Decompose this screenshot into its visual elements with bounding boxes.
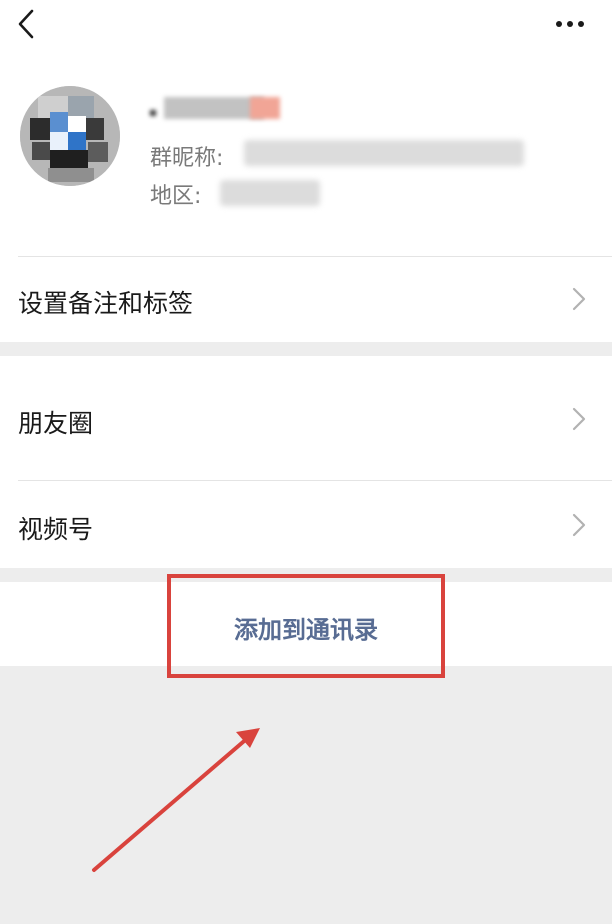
- annotation-arrow: [92, 728, 260, 872]
- chevron-left-icon: [18, 9, 34, 39]
- profile-header: 群昵称: 地区:: [0, 0, 612, 256]
- avatar[interactable]: [20, 86, 120, 186]
- more-dots-icon: [556, 21, 584, 27]
- chevron-right-icon: [572, 407, 586, 431]
- divider: [18, 480, 612, 481]
- back-button[interactable]: [8, 6, 44, 42]
- region-redacted: [220, 180, 320, 206]
- group-nickname-label: 群昵称:: [150, 146, 224, 171]
- set-remark-and-tags-label: 设置备注和标签: [18, 289, 194, 318]
- divider: [18, 256, 612, 257]
- chevron-right-icon: [572, 287, 586, 311]
- channels-label: 视频号: [18, 515, 94, 544]
- moments-row[interactable]: 朋友圈: [0, 356, 612, 480]
- set-remark-and-tags-row[interactable]: 设置备注和标签: [0, 256, 612, 342]
- nickname-redacted: [150, 94, 280, 122]
- moments-label: 朋友圈: [18, 409, 94, 438]
- region-label: 地区:: [150, 184, 202, 209]
- channels-row[interactable]: 视频号: [0, 480, 612, 568]
- chevron-right-icon: [572, 513, 586, 537]
- more-button[interactable]: [550, 8, 590, 40]
- group-nickname-redacted: [244, 140, 524, 166]
- annotation-highlight-box: [167, 574, 445, 678]
